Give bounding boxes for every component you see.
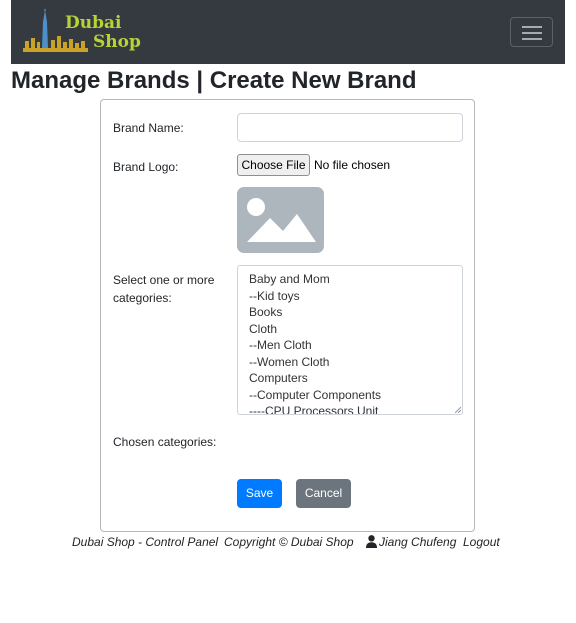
hamburger-menu-icon (522, 32, 542, 34)
navbar: Dubai Shop (11, 0, 565, 64)
brand-logo-label: Brand Logo: (113, 160, 179, 174)
navbar-toggler-button[interactable] (510, 17, 553, 47)
cancel-button[interactable]: Cancel (296, 479, 351, 508)
category-option[interactable]: --Women Cloth (238, 354, 462, 371)
choose-file-button[interactable]: Choose File (237, 154, 310, 176)
hamburger-menu-icon (522, 26, 542, 28)
logo-text-dubai: Dubai (65, 13, 122, 33)
footer-control-panel: Dubai Shop - Control Panel (72, 535, 219, 549)
hamburger-menu-icon (522, 38, 542, 40)
category-option[interactable]: Cloth (238, 321, 462, 338)
save-button[interactable]: Save (237, 479, 282, 508)
logo-text-shop: Shop (93, 32, 141, 52)
footer-copyright: Copyright © Dubai Shop (224, 535, 354, 549)
chosen-categories-label: Chosen categories: (113, 435, 217, 449)
category-option[interactable]: ----CPU Processors Unit (238, 403, 462, 414)
footer-user-name-link[interactable]: Jiang Chufeng (379, 534, 456, 550)
resize-grip-icon[interactable] (455, 407, 461, 413)
category-option[interactable]: Computers (238, 370, 462, 387)
page-title: Manage Brands | Create New Brand (11, 67, 417, 94)
file-status-text: No file chosen (314, 158, 391, 172)
user-icon (366, 535, 377, 548)
dubai-shop-logo[interactable]: Dubai Shop (23, 8, 141, 56)
categories-label: Select one or more categories: (113, 273, 215, 305)
category-option[interactable]: --Kid toys (238, 288, 462, 305)
category-option[interactable]: --Men Cloth (238, 337, 462, 354)
category-option[interactable]: Books (238, 304, 462, 321)
create-brand-form: Brand Name: Brand Logo: Choose File No f… (100, 99, 475, 532)
category-option[interactable]: Baby and Mom (238, 271, 462, 288)
categories-multiselect[interactable]: Baby and Mom --Kid toys Books Cloth --Men Cl… (237, 265, 463, 415)
brand-name-label: Brand Name: (113, 121, 184, 135)
image-placeholder-icon (237, 187, 324, 253)
footer-logout-link[interactable]: Logout (463, 534, 500, 550)
brand-name-input[interactable] (237, 113, 463, 142)
category-option[interactable]: --Computer Components (238, 387, 462, 404)
